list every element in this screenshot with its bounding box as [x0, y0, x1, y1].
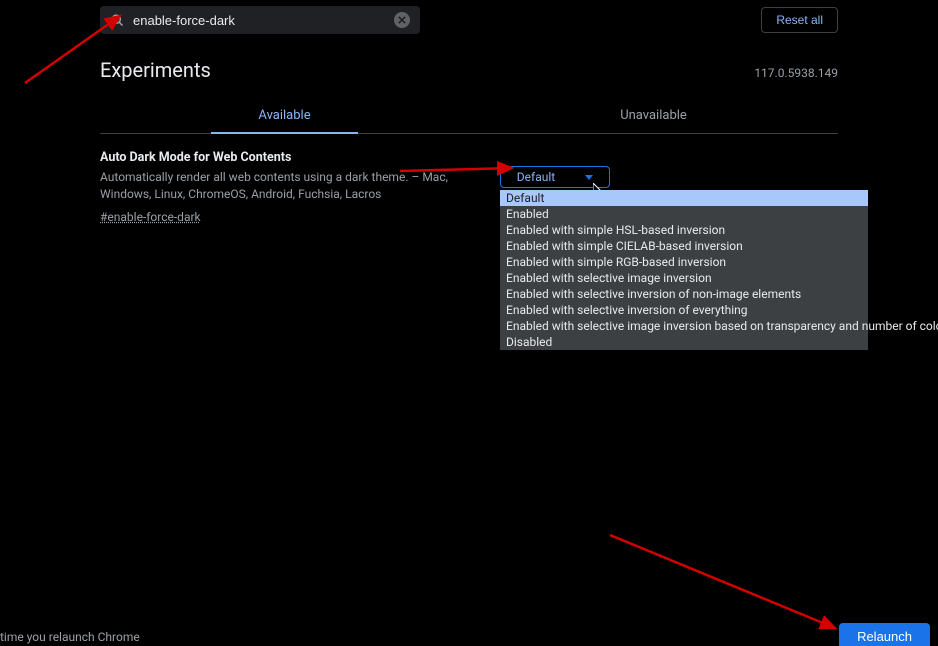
dropdown-option[interactable]: Enabled with simple HSL-based inversion — [500, 222, 868, 238]
page-title: Experiments — [100, 58, 211, 82]
flag-hash-link[interactable]: #enable-force-dark — [100, 210, 201, 224]
dropdown-option[interactable]: Disabled — [500, 334, 868, 350]
search-input[interactable] — [125, 13, 394, 28]
tab-unavailable[interactable]: Unavailable — [469, 100, 838, 133]
flag-entry: Auto Dark Mode for Web Contents Automati… — [100, 150, 838, 225]
chevron-down-icon — [585, 175, 593, 180]
flag-select-value: Default — [517, 170, 555, 184]
dropdown-option[interactable]: Enabled with simple CIELAB-based inversi… — [500, 238, 868, 254]
tab-available[interactable]: Available — [100, 100, 469, 133]
flag-description: Automatically render all web contents us… — [100, 169, 460, 204]
dropdown-option[interactable]: Enabled with selective inversion of ever… — [500, 302, 868, 318]
tab-bar: Available Unavailable — [100, 100, 838, 134]
relaunch-button[interactable]: Relaunch — [839, 623, 930, 646]
dropdown-option[interactable]: Enabled with simple RGB-based inversion — [500, 254, 868, 270]
dropdown-option[interactable]: Enabled with selective inversion of non-… — [500, 286, 868, 302]
reset-all-button[interactable]: Reset all — [761, 7, 838, 33]
footer-note: time you relaunch Chrome — [0, 628, 140, 646]
dropdown-option[interactable]: Enabled with selective image inversion b… — [500, 318, 868, 334]
dropdown-option[interactable]: Enabled with selective image inversion — [500, 270, 868, 286]
annotation-arrow — [610, 530, 850, 640]
clear-search-icon[interactable] — [394, 12, 410, 28]
version-text: 117.0.5938.149 — [754, 66, 838, 80]
dropdown-option[interactable]: Default — [500, 190, 868, 206]
search-icon — [110, 13, 125, 28]
flags-search-box[interactable] — [100, 6, 420, 34]
flag-title: Auto Dark Mode for Web Contents — [100, 150, 460, 165]
dropdown-option[interactable]: Enabled — [500, 206, 868, 222]
flag-select[interactable]: Default — [500, 166, 610, 188]
flag-select-dropdown: DefaultEnabledEnabled with simple HSL-ba… — [500, 190, 868, 350]
